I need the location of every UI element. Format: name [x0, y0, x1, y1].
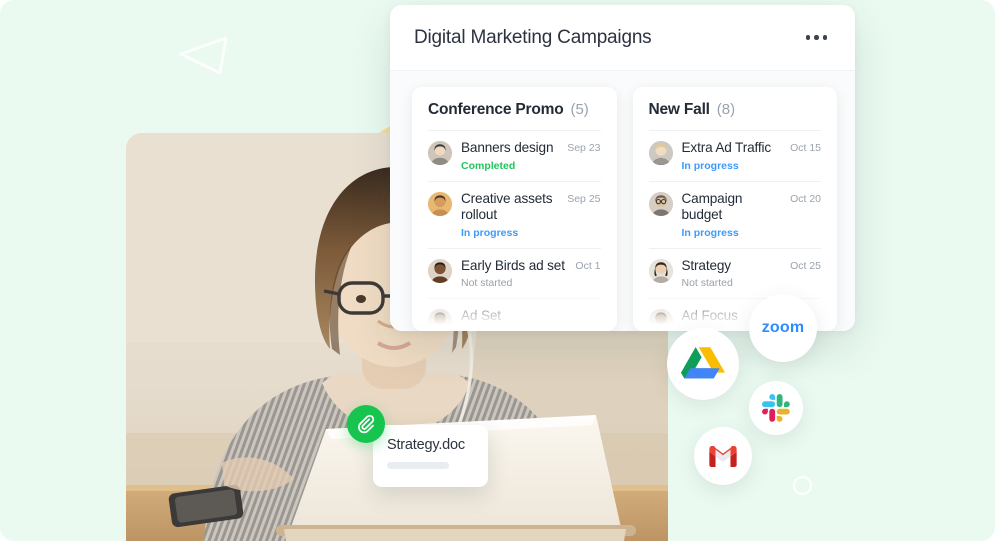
dot-icon	[822, 35, 827, 40]
google-drive-icon	[681, 347, 725, 379]
paperclip-icon	[358, 414, 375, 434]
dot-icon	[814, 35, 819, 40]
panel-more-options-button[interactable]	[804, 29, 830, 46]
task-row[interactable]: Campaign budget Oct 20 In progress	[648, 180, 822, 248]
file-name-label: Strategy.doc	[387, 437, 465, 453]
task-content: Extra Ad Traffic Oct 15 In progress	[682, 140, 822, 172]
task-due-date: Oct 25	[790, 259, 821, 272]
integration-slack[interactable]	[749, 381, 803, 435]
task-content: Strategy Oct 25 Not started	[682, 258, 822, 290]
task-due-date: Oct 15	[790, 142, 821, 154]
task-content: Ad Set	[461, 308, 601, 325]
avatar	[428, 258, 452, 283]
card-header: New Fall (8)	[649, 101, 822, 130]
zoom-logo-icon: zoom	[761, 319, 805, 336]
panel-header: Digital Marketing Campaigns	[390, 5, 855, 71]
task-content: Early Birds ad set Oct 1 Not started	[461, 258, 601, 290]
dot-icon	[805, 35, 810, 40]
avatar	[648, 141, 673, 165]
task-row[interactable]: Creative assets rollout Sep 25 In progre…	[428, 180, 601, 248]
task-row[interactable]: Banners design Sep 23 Completed	[428, 130, 601, 181]
gmail-icon	[709, 445, 737, 467]
task-card-conference-promo[interactable]: Conference Promo (5) Banners design Sep …	[412, 87, 617, 331]
avatar	[648, 258, 673, 283]
attachment-badge[interactable]	[347, 405, 385, 443]
integration-zoom[interactable]: zoom	[749, 294, 817, 362]
card-task-count: (8)	[716, 101, 736, 118]
task-status-badge: In progress	[461, 226, 519, 239]
task-content: Banners design Sep 23 Completed	[461, 140, 601, 172]
task-title: Ad Focus	[681, 308, 738, 324]
task-title: Campaign budget	[681, 190, 743, 223]
task-due-date: Sep 25	[567, 192, 601, 205]
illustration-stage: Digital Marketing Campaigns Conference P…	[0, 0, 995, 541]
campaigns-panel: Digital Marketing Campaigns Conference P…	[390, 5, 855, 331]
task-title: Strategy	[681, 257, 732, 273]
avatar	[428, 141, 452, 165]
task-status-badge: Not started	[461, 277, 513, 290]
card-task-count: (5)	[570, 101, 589, 118]
task-title: Extra Ad Traffic	[681, 140, 772, 155]
avatar	[648, 191, 673, 216]
task-title: Banners design	[461, 140, 554, 155]
task-status-badge: In progress	[681, 159, 739, 172]
task-title: Early Birds ad set	[461, 257, 565, 273]
task-status-badge: Not started	[681, 277, 733, 290]
task-card-new-fall[interactable]: New Fall (8) Extra Ad Traffic Oct 15 In …	[632, 87, 837, 331]
task-row[interactable]: Strategy Oct 25 Not started	[648, 247, 822, 299]
card-header: Conference Promo (5)	[428, 101, 601, 130]
task-due-date: Oct 20	[790, 192, 821, 205]
slack-icon	[762, 394, 790, 422]
avatar	[428, 191, 452, 216]
task-due-date: Sep 23	[567, 142, 601, 154]
task-title: Creative assets rollout	[461, 190, 553, 223]
task-content: Creative assets rollout Sep 25 In progre…	[461, 191, 601, 239]
panel-body: Conference Promo (5) Banners design Sep …	[390, 71, 855, 331]
task-row[interactable]: Extra Ad Traffic Oct 15 In progress	[648, 130, 822, 181]
attached-file-chip[interactable]: Strategy.doc	[373, 425, 488, 487]
task-status-badge: Completed	[461, 159, 516, 172]
task-row[interactable]: Ad Set	[428, 298, 601, 331]
task-title: Ad Set	[461, 308, 501, 324]
file-meta-placeholder-bar	[387, 462, 449, 469]
circle-outline-decoration	[793, 476, 812, 495]
task-due-date: Oct 1	[575, 259, 601, 272]
integration-google-drive[interactable]	[667, 328, 739, 400]
integration-gmail[interactable]	[694, 427, 752, 485]
avatar	[428, 309, 452, 331]
page-title: Digital Marketing Campaigns	[414, 26, 652, 48]
triangle-outline-icon	[179, 36, 228, 75]
avatar	[648, 309, 673, 331]
card-title: New Fall	[648, 101, 710, 118]
task-content: Campaign budget Oct 20 In progress	[682, 191, 822, 239]
task-row[interactable]: Early Birds ad set Oct 1 Not started	[428, 247, 601, 299]
card-title: Conference Promo	[428, 101, 564, 118]
task-status-badge: In progress	[681, 226, 739, 239]
